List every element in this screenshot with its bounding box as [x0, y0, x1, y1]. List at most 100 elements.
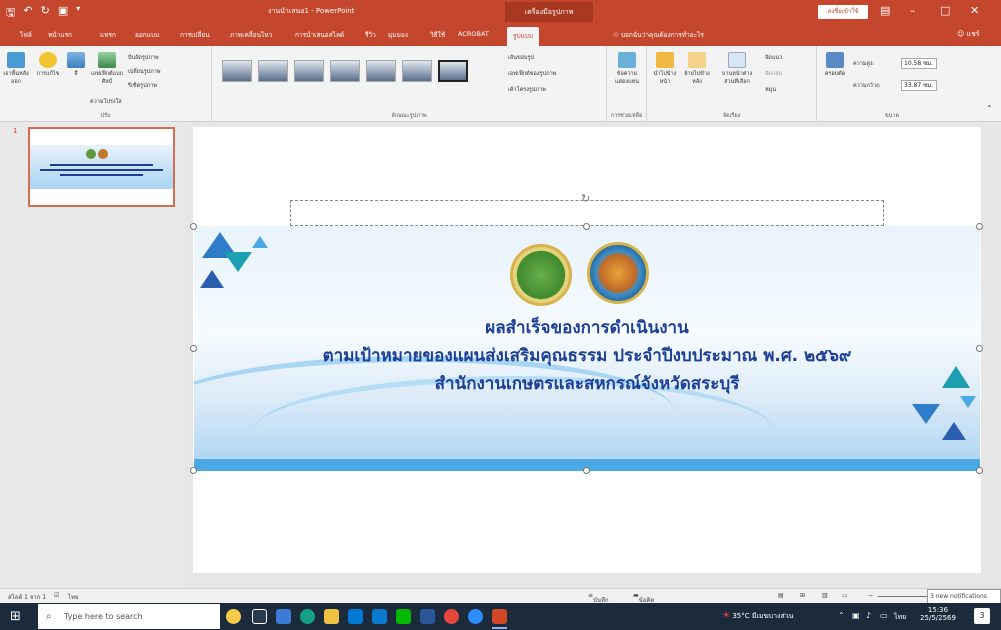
mail-icon[interactable]: [372, 609, 387, 624]
width-input[interactable]: 33.87 ซม.: [901, 80, 937, 91]
tab-view[interactable]: มุมมอง: [388, 30, 408, 40]
minimize-icon[interactable]: –: [910, 4, 916, 17]
redo-icon[interactable]: ↻: [41, 4, 50, 23]
tab-format[interactable]: รูปแบบ: [507, 27, 540, 46]
rotate-button[interactable]: หมุน: [765, 86, 776, 94]
slideshow-view-icon[interactable]: ▭: [842, 592, 848, 599]
slide-sorter-icon[interactable]: ⊞: [800, 592, 805, 599]
picture-style-3[interactable]: [294, 60, 324, 82]
reading-view-icon[interactable]: ▥: [822, 592, 828, 599]
zoom-out-icon[interactable]: −: [868, 592, 873, 599]
comments-button[interactable]: ▬ ข้อคิดเห็น: [633, 592, 654, 614]
task-view-icon[interactable]: [252, 609, 267, 624]
reset-picture-button[interactable]: รีเซ็ตรูปภาพ: [128, 82, 157, 90]
slide-banner-image[interactable]: ผลสำเร็จของการดำเนินงาน ตามเป้าหมายของแผ…: [194, 226, 980, 471]
picture-style-1[interactable]: [222, 60, 252, 82]
resize-handle[interactable]: [583, 467, 590, 474]
alt-text-button[interactable]: ข้อความแสดงแทน: [611, 48, 643, 86]
remove-background-button[interactable]: เอาพื้นหลังออก: [2, 48, 30, 86]
tab-home[interactable]: หน้าแรก: [48, 30, 72, 40]
tab-review[interactable]: รีวิว: [365, 30, 376, 40]
start-from-beginning-icon[interactable]: ▣: [58, 4, 68, 23]
picture-style-4[interactable]: [330, 60, 360, 82]
resize-handle[interactable]: [583, 223, 590, 230]
rotate-handle-icon[interactable]: ↻: [581, 192, 590, 205]
picture-style-6[interactable]: [402, 60, 432, 82]
send-backward-button[interactable]: ย้ายไปข้างหลัง: [683, 48, 711, 86]
line-app-icon[interactable]: [396, 609, 411, 624]
ribbon-display-options-icon[interactable]: ▤: [880, 4, 890, 17]
edge-browser-icon[interactable]: [300, 609, 315, 624]
language-indicator[interactable]: ไทย: [68, 592, 79, 602]
zoom-app-icon[interactable]: [468, 609, 483, 624]
group-button[interactable]: จัดกลุ่ม: [765, 70, 782, 78]
transparency-button[interactable]: ความโปร่งใส: [90, 98, 122, 106]
normal-view-icon[interactable]: ▤: [778, 592, 784, 599]
tab-file[interactable]: ไฟล์: [20, 30, 32, 40]
tab-animations[interactable]: ภาพเคลื่อนไหว: [230, 30, 272, 40]
copilot-sparkle-icon[interactable]: [226, 609, 241, 624]
restore-icon[interactable]: □: [940, 4, 950, 17]
crop-button[interactable]: ครอบตัด: [821, 48, 849, 78]
height-input[interactable]: 10.58 ซม.: [901, 58, 937, 69]
network-icon[interactable]: ▣: [852, 611, 860, 620]
color-button[interactable]: สี: [62, 48, 90, 78]
picture-border-button[interactable]: เส้นขอบรูป: [508, 54, 534, 62]
tab-acrobat[interactable]: ACROBAT: [458, 30, 489, 38]
widgets-icon[interactable]: [276, 609, 291, 624]
customize-qat-icon[interactable]: ▾: [76, 4, 80, 23]
picture-effects-button[interactable]: เอฟเฟ็กต์ของรูปภาพ: [508, 70, 556, 78]
tab-transitions[interactable]: การเปลี่ยน: [180, 30, 210, 40]
picture-style-7[interactable]: [438, 60, 468, 82]
artistic-effects-button[interactable]: เอฟเฟ็กต์แบบศิลป์: [90, 48, 124, 86]
tab-design[interactable]: ออกแบบ: [135, 30, 159, 40]
word-app-icon[interactable]: [420, 609, 435, 624]
undo-icon[interactable]: ↶: [23, 4, 32, 23]
display-icon[interactable]: ▭: [880, 611, 888, 620]
notification-center-icon[interactable]: 3: [974, 608, 990, 624]
volume-icon[interactable]: ♪: [866, 611, 871, 620]
taskbar-search-box[interactable]: ⌕ Type here to search: [38, 604, 220, 629]
group-size: ครอบตัด ความสูง: 10.58 ซม. ความกว้าง: 33…: [817, 46, 967, 122]
tab-help[interactable]: วิธีใช้: [430, 30, 445, 40]
notes-button[interactable]: ≡ บันทึกย่อ: [588, 592, 609, 614]
file-explorer-icon[interactable]: [324, 609, 339, 624]
clock-date: 25/5/2569: [920, 614, 956, 622]
resize-handle[interactable]: [190, 223, 197, 230]
corrections-button[interactable]: การแก้ไข: [34, 48, 62, 78]
chrome-browser-icon[interactable]: [444, 609, 459, 624]
tab-insert[interactable]: แทรก: [100, 30, 116, 40]
collapse-ribbon-icon[interactable]: ⌃: [986, 104, 993, 113]
resize-handle[interactable]: [976, 467, 983, 474]
change-picture-button[interactable]: เปลี่ยนรูปภาพ: [128, 68, 161, 76]
tab-slideshow[interactable]: การนำเสนอสไลด์: [295, 30, 344, 40]
resize-handle[interactable]: [190, 345, 197, 352]
slide-thumbnail[interactable]: [28, 127, 175, 207]
picture-layout-button[interactable]: เค้าโครงรูปภาพ: [508, 86, 546, 94]
save-icon[interactable]: 🖫: [6, 4, 15, 23]
share-button[interactable]: ☺ แชร์: [957, 29, 980, 40]
selection-pane-button[interactable]: บานหน้าต่างส่วนที่เลือก: [717, 48, 757, 86]
show-hidden-icons-icon[interactable]: ⌃: [838, 611, 845, 620]
align-button[interactable]: จัดแนว: [765, 54, 782, 62]
picture-style-2[interactable]: [258, 60, 288, 82]
spellcheck-icon[interactable]: ☑: [54, 592, 59, 599]
tell-me-box[interactable]: ☉ บอกฉันว่าคุณต้องการทำอะไร: [613, 30, 704, 40]
store-icon[interactable]: [348, 609, 363, 624]
picture-style-5[interactable]: [366, 60, 396, 82]
notifications-banner[interactable]: 3 new notifications: [927, 589, 1001, 604]
powerpoint-app-icon[interactable]: [492, 609, 507, 624]
bring-forward-button[interactable]: นำไปข้างหน้า: [651, 48, 679, 86]
compress-pictures-button[interactable]: บีบอัดรูปภาพ: [128, 54, 159, 62]
sign-in-button[interactable]: ลงชื่อเข้าใช้: [818, 5, 868, 19]
zoom-slider[interactable]: [878, 596, 928, 597]
weather-widget[interactable]: ☀ 35°C มีเมฆบางส่วน: [722, 611, 793, 622]
windows-start-icon[interactable]: ⊞: [10, 609, 21, 624]
slide-title-line-1: ผลสำเร็จของการดำเนินงาน: [485, 318, 689, 338]
resize-handle[interactable]: [976, 345, 983, 352]
clock[interactable]: 15:36 25/5/2569: [918, 606, 958, 622]
close-icon[interactable]: ✕: [970, 4, 979, 17]
resize-handle[interactable]: [190, 467, 197, 474]
resize-handle[interactable]: [976, 223, 983, 230]
input-language[interactable]: ไทย: [894, 612, 906, 623]
